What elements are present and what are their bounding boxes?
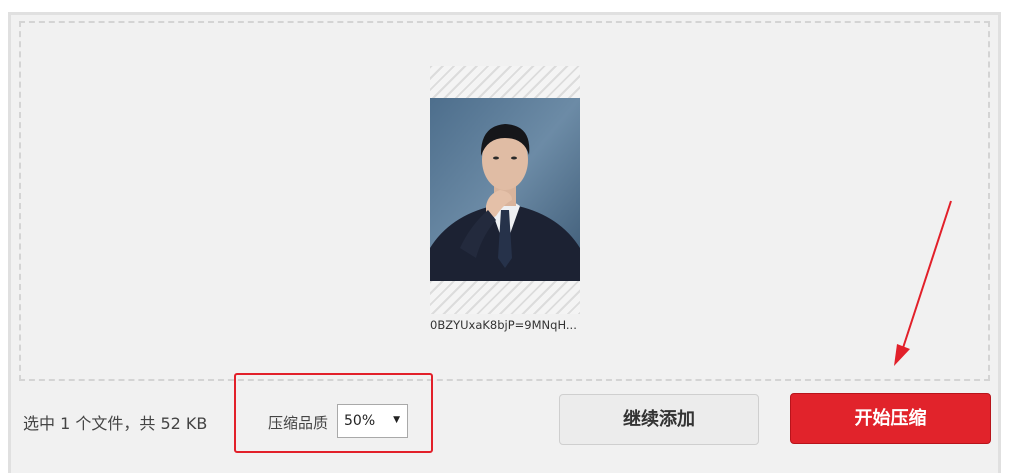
quality-select-value: 50% (344, 413, 376, 429)
selection-summary: 选中 1 个文件，共 52 KB (23, 414, 208, 433)
quality-select[interactable]: 50% ▼ (337, 404, 408, 438)
start-compress-button[interactable]: 开始压缩 (790, 393, 991, 444)
caret-down-icon: ▼ (393, 415, 400, 425)
portrait-photo (430, 98, 580, 281)
quality-label: 压缩品质 (268, 414, 329, 432)
file-name: 0BZYUxaK8bjP=9MNqH... (430, 318, 577, 332)
file-thumbnail[interactable] (430, 66, 580, 314)
add-more-button[interactable]: 继续添加 (559, 394, 759, 445)
